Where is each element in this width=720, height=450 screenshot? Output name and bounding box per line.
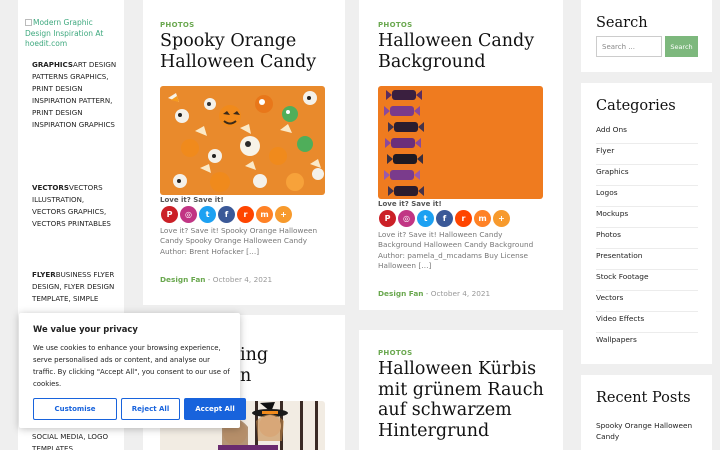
post-author[interactable]: Design Fan xyxy=(378,289,423,298)
category-list: Add Ons Flyer Graphics Logos Mockups Pho… xyxy=(596,123,698,354)
categories-widget: Categories Add Ons Flyer Graphics Logos … xyxy=(581,83,712,364)
post-author[interactable]: Design Fan xyxy=(160,275,205,284)
instagram-icon[interactable]: ◎ xyxy=(398,210,415,227)
logo-alt-text: Modern Graphic Design Inspiration At hoe… xyxy=(25,18,104,48)
recent-post-link[interactable]: Spooky Orange Halloween Candy xyxy=(596,421,701,442)
post-title[interactable]: Spooky Orange Halloween Candy xyxy=(160,31,340,72)
post-thumbnail-orange-background[interactable] xyxy=(378,86,543,199)
post-title[interactable]: Halloween Candy Background xyxy=(378,31,558,72)
twitter-icon[interactable]: t xyxy=(417,210,434,227)
reddit-icon[interactable]: r xyxy=(237,206,254,223)
twitter-icon[interactable]: t xyxy=(199,206,216,223)
more-icon[interactable]: + xyxy=(493,210,510,227)
post-category[interactable]: PHOTOS xyxy=(378,349,413,357)
category-link[interactable]: Mockups xyxy=(596,207,698,228)
love-it-label: Love it? Save it! xyxy=(378,200,442,208)
post-date[interactable]: October 4, 2021 xyxy=(213,275,272,284)
more-icon[interactable]: + xyxy=(275,206,292,223)
category-link[interactable]: Logos xyxy=(596,186,698,207)
post-excerpt: Love it? Save it! Spooky Orange Hallowee… xyxy=(160,226,318,256)
category-link[interactable]: Photos xyxy=(596,228,698,249)
instagram-icon[interactable]: ◎ xyxy=(180,206,197,223)
nav-group-flyer[interactable]: FLYERBUSINESS FLYER DESIGN, FLYER DESIGN… xyxy=(32,269,120,305)
post-excerpt: Love it? Save it! Halloween Candy Backgr… xyxy=(378,230,534,271)
pinterest-icon[interactable]: P xyxy=(379,210,396,227)
broken-image-icon xyxy=(25,19,32,26)
love-it-label: Love it? Save it! xyxy=(160,196,224,204)
widget-title: Recent Posts xyxy=(596,390,691,406)
post-category[interactable]: PHOTOS xyxy=(378,21,413,29)
nav-group-heading[interactable]: VECTORS xyxy=(32,183,69,192)
post-card: PHOTOS Halloween Kürbis mit grünem Rauch… xyxy=(359,330,563,450)
post-meta: Design Fan - October 4, 2021 xyxy=(160,275,273,284)
nav-group-heading[interactable]: GRAPHICS xyxy=(32,60,73,69)
category-link[interactable]: Video Effects xyxy=(596,312,698,333)
reject-all-button[interactable]: Reject All xyxy=(121,398,180,420)
category-link[interactable]: Wallpapers xyxy=(596,333,698,354)
nav-group-social[interactable]: SOCIAL MEDIA, LOGO TEMPLATES xyxy=(32,431,120,450)
share-bar: P ◎ t f r m + xyxy=(379,210,510,227)
category-link[interactable]: Stock Footage xyxy=(596,270,698,291)
mix-icon[interactable]: m xyxy=(256,206,273,223)
category-link[interactable]: Presentation xyxy=(596,249,698,270)
widget-title: Categories xyxy=(596,98,676,114)
post-title-fragment[interactable]: ing xyxy=(240,345,268,366)
nav-group-heading[interactable]: FLYER xyxy=(32,270,56,279)
cookie-consent-banner: We value your privacy We use cookies to … xyxy=(19,313,246,428)
post-date[interactable]: October 4, 2021 xyxy=(431,289,490,298)
site-logo[interactable]: Modern Graphic Design Inspiration At hoe… xyxy=(25,18,120,50)
category-link[interactable]: Graphics xyxy=(596,165,698,186)
category-link[interactable]: Flyer xyxy=(596,144,698,165)
search-button[interactable]: Search xyxy=(665,36,698,57)
search-input[interactable]: Search ... xyxy=(596,36,662,57)
post-title-fragment[interactable]: n xyxy=(240,366,251,387)
post-title[interactable]: Halloween Kürbis mit grünem Rauch auf sc… xyxy=(378,359,560,441)
nav-group-tags[interactable]: ART DESIGN PATTERNS GRAPHICS, PRINT DESI… xyxy=(32,60,116,129)
customise-button[interactable]: Customise xyxy=(33,398,117,420)
share-bar: P ◎ t f r m + xyxy=(161,206,292,223)
post-card: PHOTOS Halloween Candy Background Love i… xyxy=(359,0,563,310)
post-card: PHOTOS Spooky Orange Halloween Candy Lov… xyxy=(143,0,345,305)
post-category[interactable]: PHOTOS xyxy=(160,21,195,29)
post-meta: Design Fan - October 4, 2021 xyxy=(378,289,491,298)
widget-title: Search xyxy=(596,15,648,31)
recent-posts-widget: Recent Posts Spooky Orange Halloween Can… xyxy=(581,375,712,450)
accept-all-button[interactable]: Accept All xyxy=(184,398,246,420)
cookie-title: We value your privacy xyxy=(33,324,138,334)
cookie-description: We use cookies to enhance your browsing … xyxy=(33,344,230,388)
nav-group-vectors[interactable]: VECTORSVECTORS ILLUSTRATION, VECTORS GRA… xyxy=(32,182,120,230)
facebook-icon[interactable]: f xyxy=(218,206,235,223)
post-thumbnail-candy-corn[interactable] xyxy=(160,86,325,195)
mix-icon[interactable]: m xyxy=(474,210,491,227)
search-widget: Search Search ... Search xyxy=(581,0,712,72)
reddit-icon[interactable]: r xyxy=(455,210,472,227)
category-link[interactable]: Add Ons xyxy=(596,123,698,144)
nav-group-graphics[interactable]: GRAPHICSART DESIGN PATTERNS GRAPHICS, PR… xyxy=(32,59,120,131)
pinterest-icon[interactable]: P xyxy=(161,206,178,223)
facebook-icon[interactable]: f xyxy=(436,210,453,227)
category-link[interactable]: Vectors xyxy=(596,291,698,312)
